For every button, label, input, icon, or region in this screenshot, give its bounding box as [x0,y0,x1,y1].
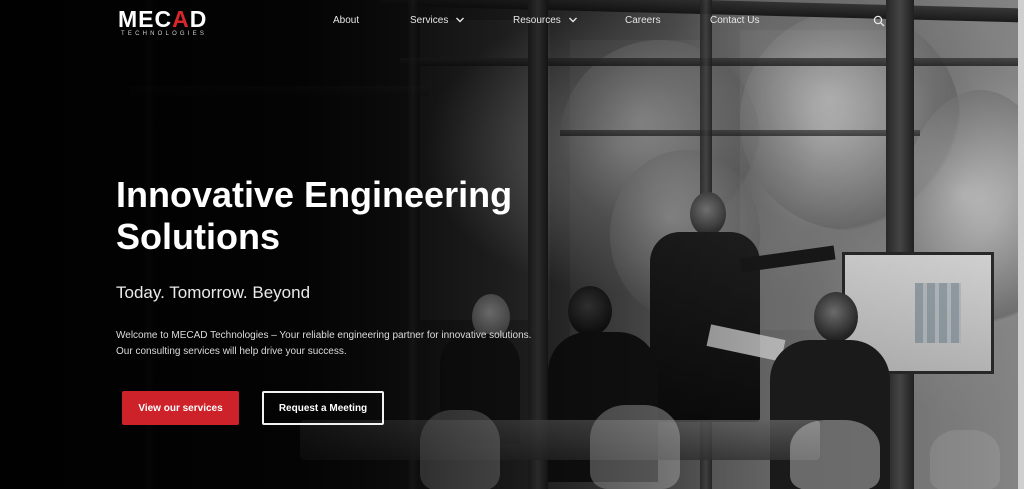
nav-item-contact-us[interactable]: Contact Us [710,15,759,26]
hero-intro-text: Welcome to MECAD Technologies – Your rel… [116,330,532,357]
nav-item-careers[interactable]: Careers [625,15,661,26]
logo-wordmark: MECAD [118,6,208,32]
hero-tagline: Today. Tomorrow. Beyond [116,283,311,302]
nav-item-label: Careers [625,15,661,26]
search-icon[interactable] [873,15,885,27]
chevron-down-icon [456,17,465,23]
nav-item-label: Contact Us [710,15,760,26]
request-meeting-button[interactable]: Request a Meeting [262,391,384,425]
nav-item-services[interactable]: Services [410,15,465,26]
view-services-button[interactable]: View our services [122,391,239,425]
nav-item-label: Services [410,15,449,26]
nav-item-label: About [333,15,360,26]
logo-tagline: TECHNOLOGIES [121,31,208,37]
chevron-down-icon [568,17,577,23]
hero-title: Innovative Engineering Solutions [116,174,513,257]
nav-item-label: Resources [513,15,561,26]
nav-item-about[interactable]: About [333,15,359,26]
page: MECAD TECHNOLOGIES About Services Resour… [0,0,1024,489]
nav-item-resources[interactable]: Resources [513,15,578,26]
site-header: MECAD TECHNOLOGIES About Services Resour… [0,0,1018,44]
mecad-logo[interactable]: MECAD TECHNOLOGIES [118,6,222,38]
